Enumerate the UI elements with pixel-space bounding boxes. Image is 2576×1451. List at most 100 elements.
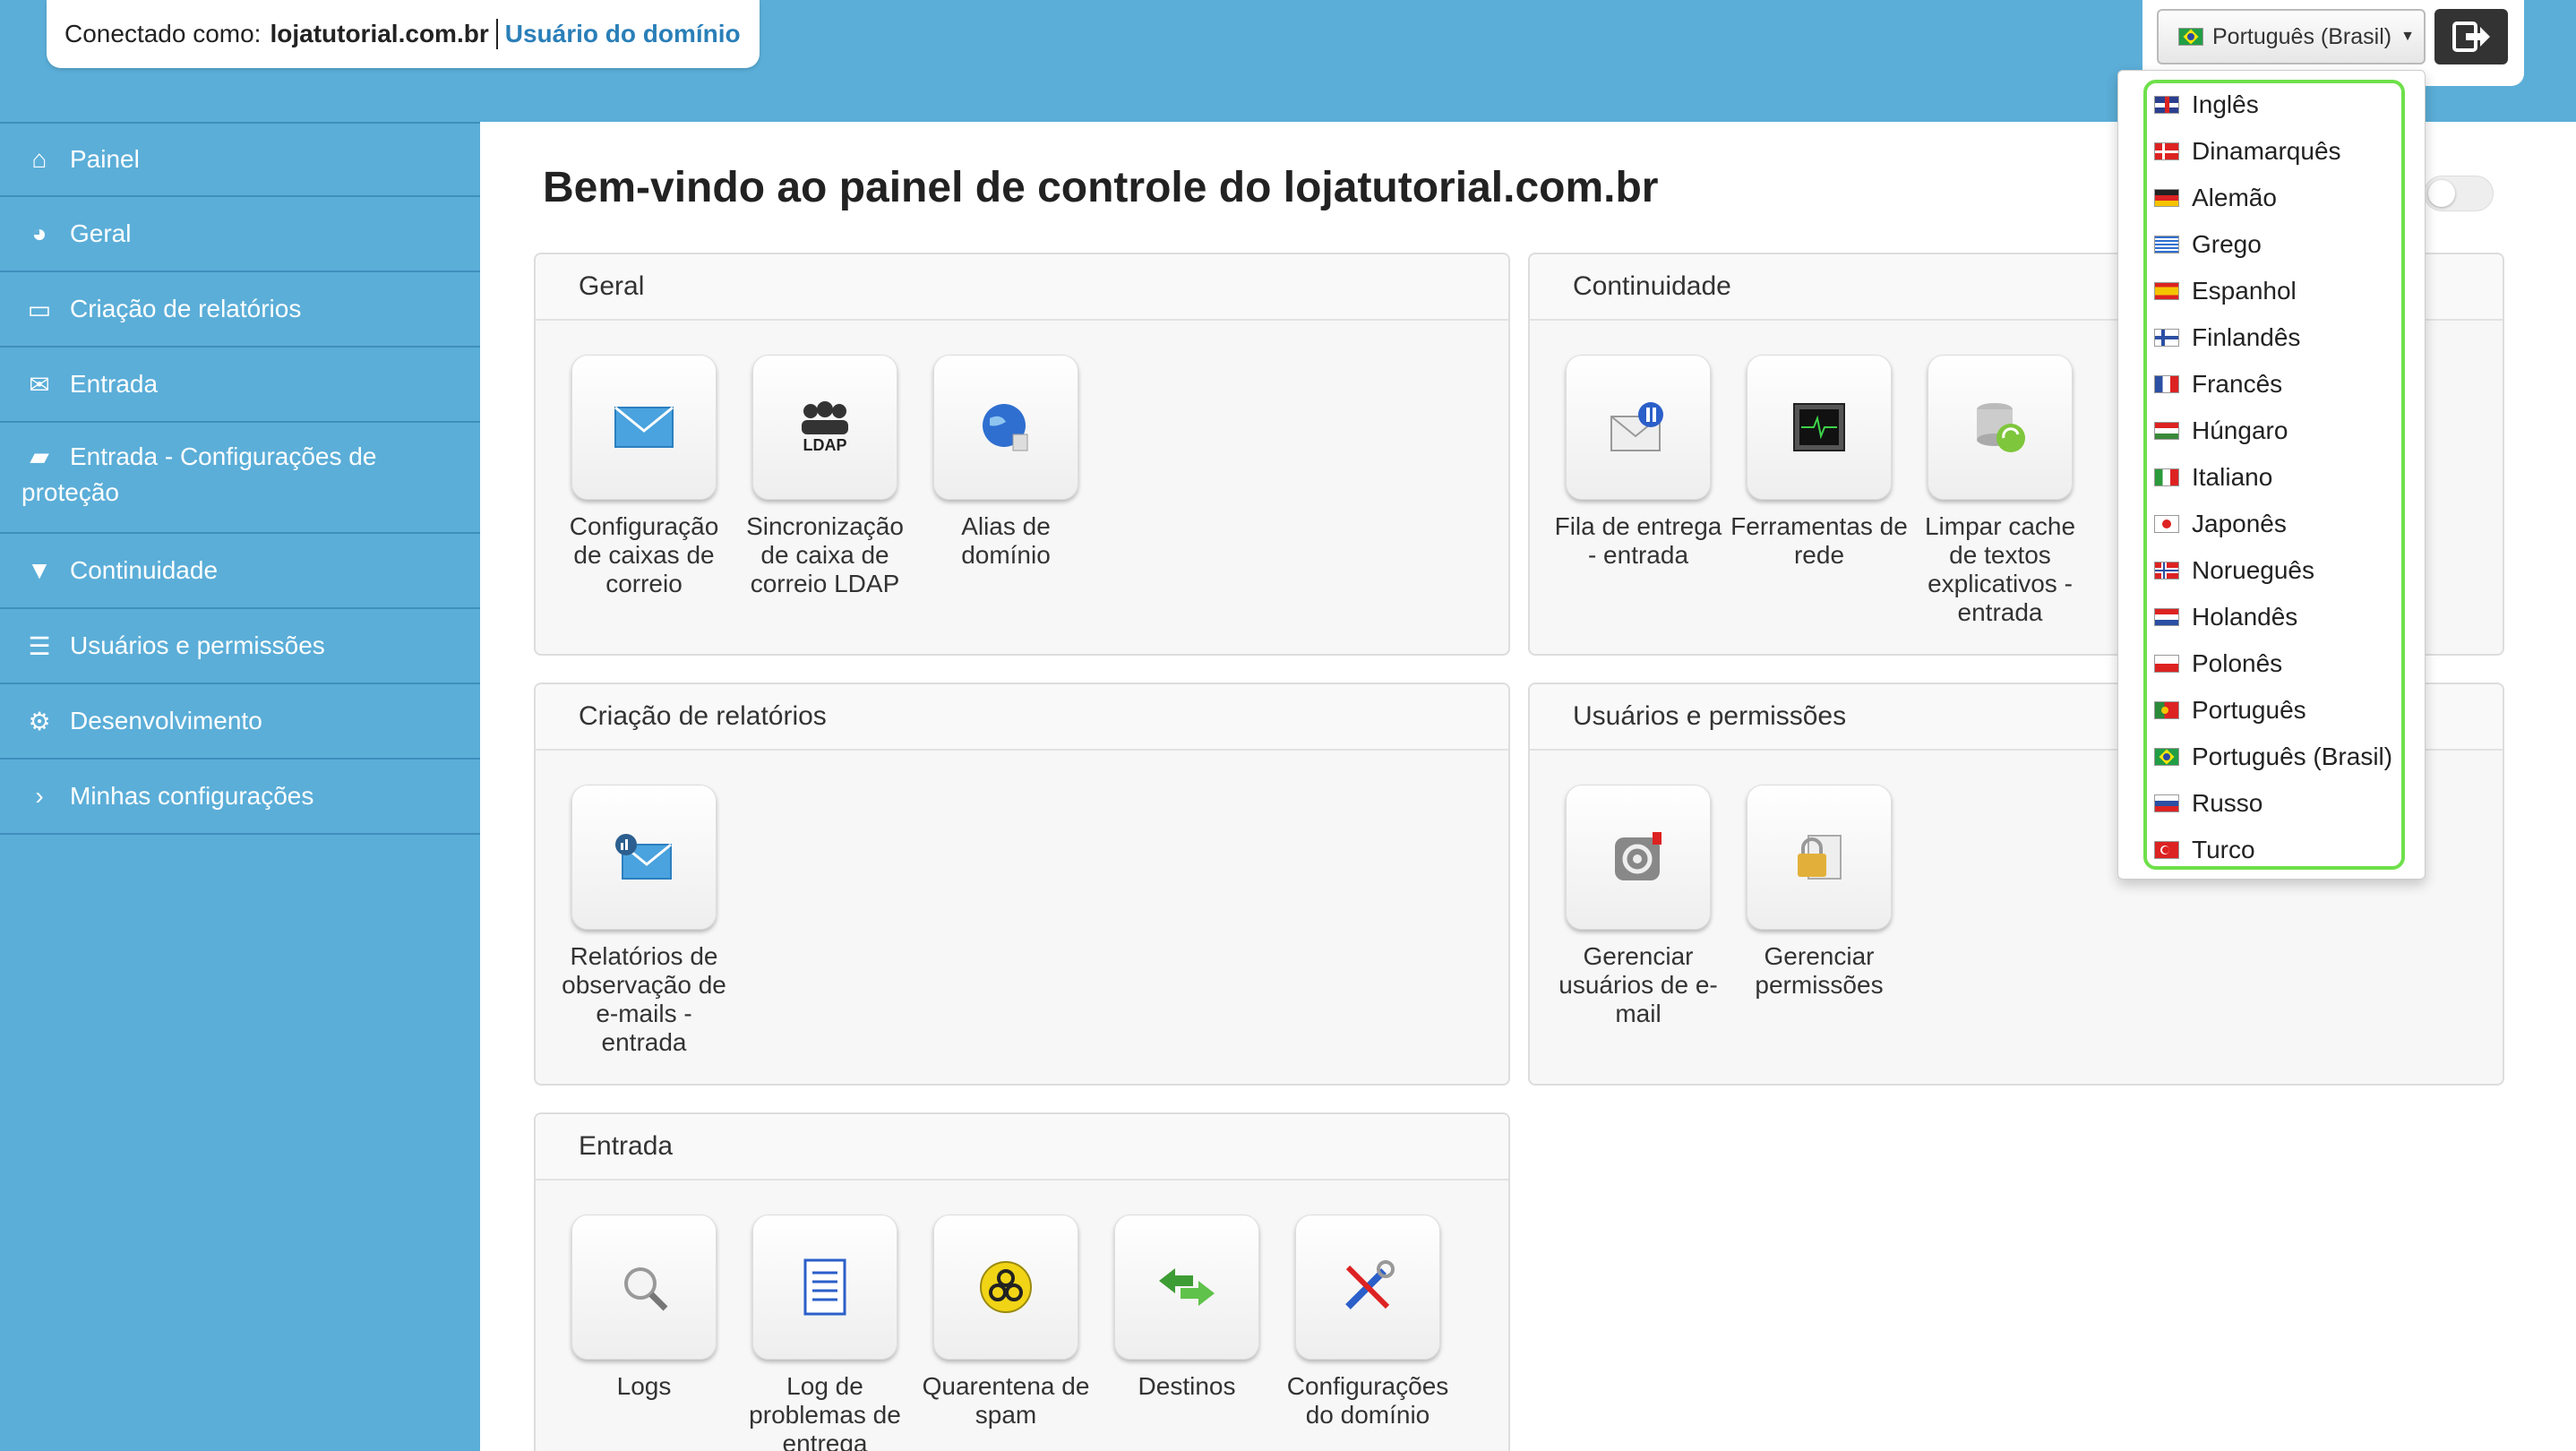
connected-domain: lojatutorial.com.br: [270, 20, 489, 47]
sidebar-item-minhas-configuracoes[interactable]: › Minhas configurações: [0, 760, 480, 835]
tile-sincronizacao-ldap[interactable]: LDAP Sincronização de caixa de correio L…: [734, 355, 915, 598]
tile-box: [933, 1215, 1078, 1360]
language-label: Grego: [2192, 230, 2262, 258]
language-option-tr[interactable]: Turco: [2154, 827, 2392, 873]
flag-brazil-icon: [2178, 28, 2203, 46]
language-option-no[interactable]: Norueguês: [2154, 547, 2392, 594]
language-dropdown: Inglês Dinamarquês Alemão Grego Espanhol…: [2117, 70, 2426, 880]
sidebar-item-label: Painel: [70, 145, 140, 173]
sidebar-item-geral[interactable]: ◕ Geral: [0, 197, 480, 272]
sidebar-item-wrap: ▰ Entrada - Configurações de proteção: [21, 439, 459, 511]
flag-germany-icon: [2154, 189, 2179, 207]
tile-destinos[interactable]: Destinos: [1096, 1215, 1277, 1401]
panel-entrada: Entrada Logs Log de problemas de entrega…: [534, 1112, 1510, 1451]
language-label: Espanhol: [2192, 277, 2297, 305]
language-label: Inglês: [2192, 90, 2259, 118]
chevron-right-icon: ›: [35, 782, 44, 810]
tile-label: Gerenciar usuários de e-mail: [1558, 942, 1718, 1027]
sidebar-item-desenvolvimento[interactable]: ⚙ Desenvolvimento: [0, 684, 480, 760]
globe-icon: [983, 404, 1028, 451]
language-option-es[interactable]: Espanhol: [2154, 268, 2392, 314]
database-refresh-icon: [1977, 403, 2025, 452]
language-select-button[interactable]: Português (Brasil) ▼: [2157, 9, 2426, 64]
tile-box: [1295, 1215, 1440, 1360]
tile-box: LDAP: [752, 355, 897, 500]
language-option-nl[interactable]: Holandês: [2154, 594, 2392, 640]
tile-configuracoes-dominio[interactable]: Configurações do domínio: [1277, 1215, 1458, 1430]
mail-queue-icon: [1610, 402, 1663, 451]
tile-label: Alias de domínio: [961, 512, 1051, 569]
tile-configuracao-caixas[interactable]: Configuração de caixas de correio: [554, 355, 734, 598]
filter-icon: ▼: [27, 556, 52, 584]
language-label: Finlandês: [2192, 323, 2301, 351]
tile-ferramentas-rede[interactable]: Ferramentas de rede: [1729, 355, 1910, 570]
sidebar-item-entrada-protecao[interactable]: ▰ Entrada - Configurações de proteção: [0, 423, 480, 534]
tile-quarentena-spam[interactable]: Quarentena de spam: [915, 1215, 1096, 1430]
globe-icon: ◕: [31, 219, 47, 247]
language-option-da[interactable]: Dinamarquês: [2154, 128, 2392, 175]
tile-gerenciar-usuarios[interactable]: Gerenciar usuários de e-mail: [1548, 785, 1729, 1028]
tile-box: [1747, 355, 1892, 500]
user-role-link[interactable]: Usuário do domínio: [505, 20, 741, 48]
tile-box: [1928, 355, 2073, 500]
language-option-pl[interactable]: Polonês: [2154, 640, 2392, 687]
page-title: Bem-vindo ao painel de controle do lojat…: [543, 164, 1659, 211]
language-label: Português: [2192, 696, 2306, 724]
tile-label: Fila de entrega - entrada: [1554, 512, 1722, 569]
flag-japan-icon: [2154, 515, 2179, 533]
language-option-ja[interactable]: Japonês: [2154, 501, 2392, 547]
language-option-de[interactable]: Alemão: [2154, 175, 2392, 221]
sidebar-item-label: Continuidade: [70, 556, 219, 584]
tile-label: Ferramentas de rede: [1730, 512, 1908, 569]
tile-box: [1114, 1215, 1259, 1360]
login-info: Conectado como: lojatutorial.com.br Usuá…: [47, 0, 760, 68]
sidebar-item-continuidade[interactable]: ▼ Continuidade: [0, 534, 480, 609]
flag-portugal-icon: [2154, 701, 2179, 719]
language-list: Inglês Dinamarquês Alemão Grego Espanhol…: [2154, 82, 2392, 873]
language-option-fi[interactable]: Finlandês: [2154, 314, 2392, 361]
language-label: Polonês: [2192, 649, 2283, 677]
sidebar-item-label: Criação de relatórios: [70, 295, 302, 322]
tile-label: Sincronização de caixa de correio LDAP: [746, 512, 904, 597]
tile-logs[interactable]: Logs: [554, 1215, 734, 1401]
email-user-icon: [1615, 832, 1662, 880]
tile-label: Relatórios de observação de e-mails - en…: [562, 942, 726, 1056]
sidebar-item-entrada[interactable]: ✉ Entrada: [0, 348, 480, 423]
tile-label: Gerenciar permissões: [1755, 942, 1884, 999]
folder-open-icon: ▰: [30, 442, 49, 470]
panel-title: Entrada: [536, 1114, 1508, 1181]
tile-alias-dominio[interactable]: Alias de domínio: [915, 355, 1096, 570]
language-option-hu[interactable]: Húngaro: [2154, 408, 2392, 454]
envelope-icon: ✉: [29, 370, 50, 399]
language-option-it[interactable]: Italiano: [2154, 454, 2392, 501]
flag-brazil-icon: [2154, 748, 2179, 766]
language-option-el[interactable]: Grego: [2154, 221, 2392, 268]
tile-fila-entrega[interactable]: Fila de entrega - entrada: [1548, 355, 1729, 570]
tile-limpar-cache[interactable]: Limpar cache de textos explicativos - en…: [1910, 355, 2091, 627]
sidebar-item-usuarios[interactable]: ☰ Usuários e permissões: [0, 609, 480, 684]
flag-italy-icon: [2154, 468, 2179, 486]
flag-hungary-icon: [2154, 422, 2179, 440]
language-option-fr[interactable]: Francês: [2154, 361, 2392, 408]
language-option-pt[interactable]: Português: [2154, 687, 2392, 734]
sidebar-item-painel[interactable]: ⌂ Painel: [0, 122, 480, 197]
tile-log-problemas[interactable]: Log de problemas de entrega: [734, 1215, 915, 1451]
document-list-icon: [803, 1258, 846, 1316]
tile-gerenciar-permissoes[interactable]: Gerenciar permissões: [1729, 785, 1910, 1000]
language-option-pt-br[interactable]: Português (Brasil): [2154, 734, 2392, 780]
tile-label: Configurações do domínio: [1286, 1372, 1449, 1429]
language-option-en[interactable]: Inglês: [2154, 82, 2392, 128]
envelope-icon: [614, 406, 674, 448]
language-label: Turco: [2192, 836, 2255, 863]
language-label: Holandês: [2192, 603, 2298, 631]
tile-relatorios-observacao[interactable]: Relatórios de observação de e-mails - en…: [554, 785, 734, 1057]
logout-button[interactable]: [2434, 9, 2508, 64]
tile-label: Logs: [616, 1372, 672, 1400]
language-option-ru[interactable]: Russo: [2154, 780, 2392, 827]
tile-label: Limpar cache de textos explicativos - en…: [1924, 512, 2076, 626]
tile-box: [933, 355, 1078, 500]
route-arrows-icon: [1159, 1268, 1215, 1306]
view-toggle[interactable]: [2424, 176, 2494, 211]
panel-title: Geral: [536, 254, 1508, 321]
sidebar-item-relatorios[interactable]: ▭ Criação de relatórios: [0, 272, 480, 348]
